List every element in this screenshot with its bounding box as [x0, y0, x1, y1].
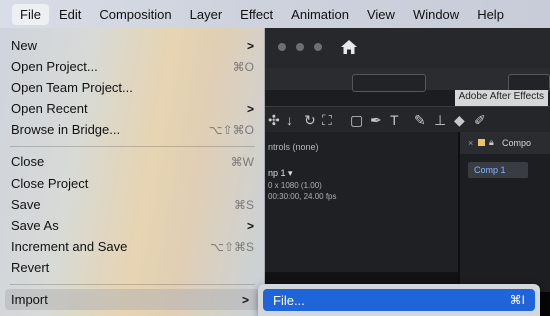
search-row	[262, 68, 550, 92]
menu-file[interactable]: File	[12, 3, 49, 25]
lock-icon[interactable]: 🔒︎	[489, 137, 494, 148]
chevron-right-icon: >	[246, 38, 254, 53]
menu-view[interactable]: View	[359, 4, 403, 25]
menu-help[interactable]: Help	[469, 4, 512, 25]
menu-effect[interactable]: Effect	[232, 4, 281, 25]
menu-edit[interactable]: Edit	[51, 4, 89, 25]
effect-controls-label: ntrols (none)	[268, 142, 319, 152]
menu-separator	[10, 146, 255, 147]
menu-item-save[interactable]: Save ⌘S	[0, 194, 265, 215]
comp-chip[interactable]: Comp 1	[468, 162, 528, 178]
window-zoom-icon[interactable]	[314, 43, 322, 51]
menu-separator	[10, 284, 255, 285]
menu-item-increment-and-save[interactable]: Increment and Save ⌥⇧⌘S	[0, 236, 265, 257]
menu-item-close[interactable]: Close ⌘W	[0, 151, 265, 172]
menu-window[interactable]: Window	[405, 4, 467, 25]
comp-color-icon	[478, 139, 485, 146]
menu-item-new[interactable]: New >	[0, 35, 265, 56]
eraser-icon[interactable]: ◆	[454, 112, 465, 129]
menu-item-open-recent[interactable]: Open Recent >	[0, 98, 265, 119]
chevron-right-icon: >	[246, 101, 254, 116]
camera-icon[interactable]: ⛶	[322, 112, 332, 129]
close-tab-icon[interactable]: ×	[468, 138, 473, 148]
app-window: Adobe After Effects ✣ ↓ ↻ ⛶ ▢ ✒ T ✎ ⊥ ◆ …	[262, 28, 550, 316]
menu-item-open-project[interactable]: Open Project... ⌘O	[0, 56, 265, 77]
pen-tool-icon[interactable]: ✒	[370, 112, 382, 129]
rectangle-tool-icon[interactable]: ▢	[350, 112, 363, 129]
pan-behind-icon[interactable]: ✣	[268, 112, 280, 129]
menu-composition[interactable]: Composition	[91, 4, 179, 25]
comp-resolution: 0 x 1080 (1.00)	[268, 181, 322, 190]
comp-name[interactable]: np 1 ▾	[268, 168, 293, 179]
clone-stamp-icon[interactable]: ⊥	[434, 112, 446, 129]
chevron-right-icon: >	[246, 218, 254, 233]
menu-item-import[interactable]: Import >	[5, 289, 260, 310]
dropdown-field[interactable]	[352, 74, 426, 92]
roto-brush-icon[interactable]: ✐	[474, 112, 486, 129]
menu-item-open-team-project[interactable]: Open Team Project...	[0, 77, 265, 98]
menu-animation[interactable]: Animation	[283, 4, 357, 25]
window-minimize-icon[interactable]	[296, 43, 304, 51]
menu-layer[interactable]: Layer	[182, 4, 231, 25]
menu-item-close-project[interactable]: Close Project	[0, 173, 265, 194]
menu-item-save-as[interactable]: Save As >	[0, 215, 265, 236]
tools-panel: ✣ ↓ ↻ ⛶ ▢ ✒ T ✎ ⊥ ◆ ✐	[262, 106, 550, 133]
brush-tool-icon[interactable]: ✎	[414, 112, 426, 129]
import-submenu: File... ⌘I	[258, 284, 540, 316]
submenu-item-import-file[interactable]: File... ⌘I	[263, 289, 535, 311]
home-icon[interactable]	[338, 36, 360, 58]
comp-duration: 00:30:00, 24.00 fps	[268, 192, 337, 201]
anchor-icon[interactable]: ↓	[286, 112, 293, 128]
type-tool-icon[interactable]: T	[390, 112, 399, 128]
menu-item-browse-in-bridge[interactable]: Browse in Bridge... ⌥⇧⌘O	[0, 119, 265, 140]
title-bar	[262, 28, 550, 68]
file-menu: New > Open Project... ⌘O Open Team Proje…	[0, 28, 265, 316]
chevron-right-icon: >	[241, 292, 249, 307]
menu-item-revert[interactable]: Revert	[0, 257, 265, 278]
rotate-icon[interactable]: ↻	[304, 112, 316, 129]
composition-tab[interactable]: × 🔒︎ Compo	[460, 132, 550, 154]
window-close-icon[interactable]	[278, 43, 286, 51]
composition-tab-label: Compo	[502, 138, 532, 148]
menu-bar: File Edit Composition Layer Effect Anima…	[0, 0, 550, 28]
